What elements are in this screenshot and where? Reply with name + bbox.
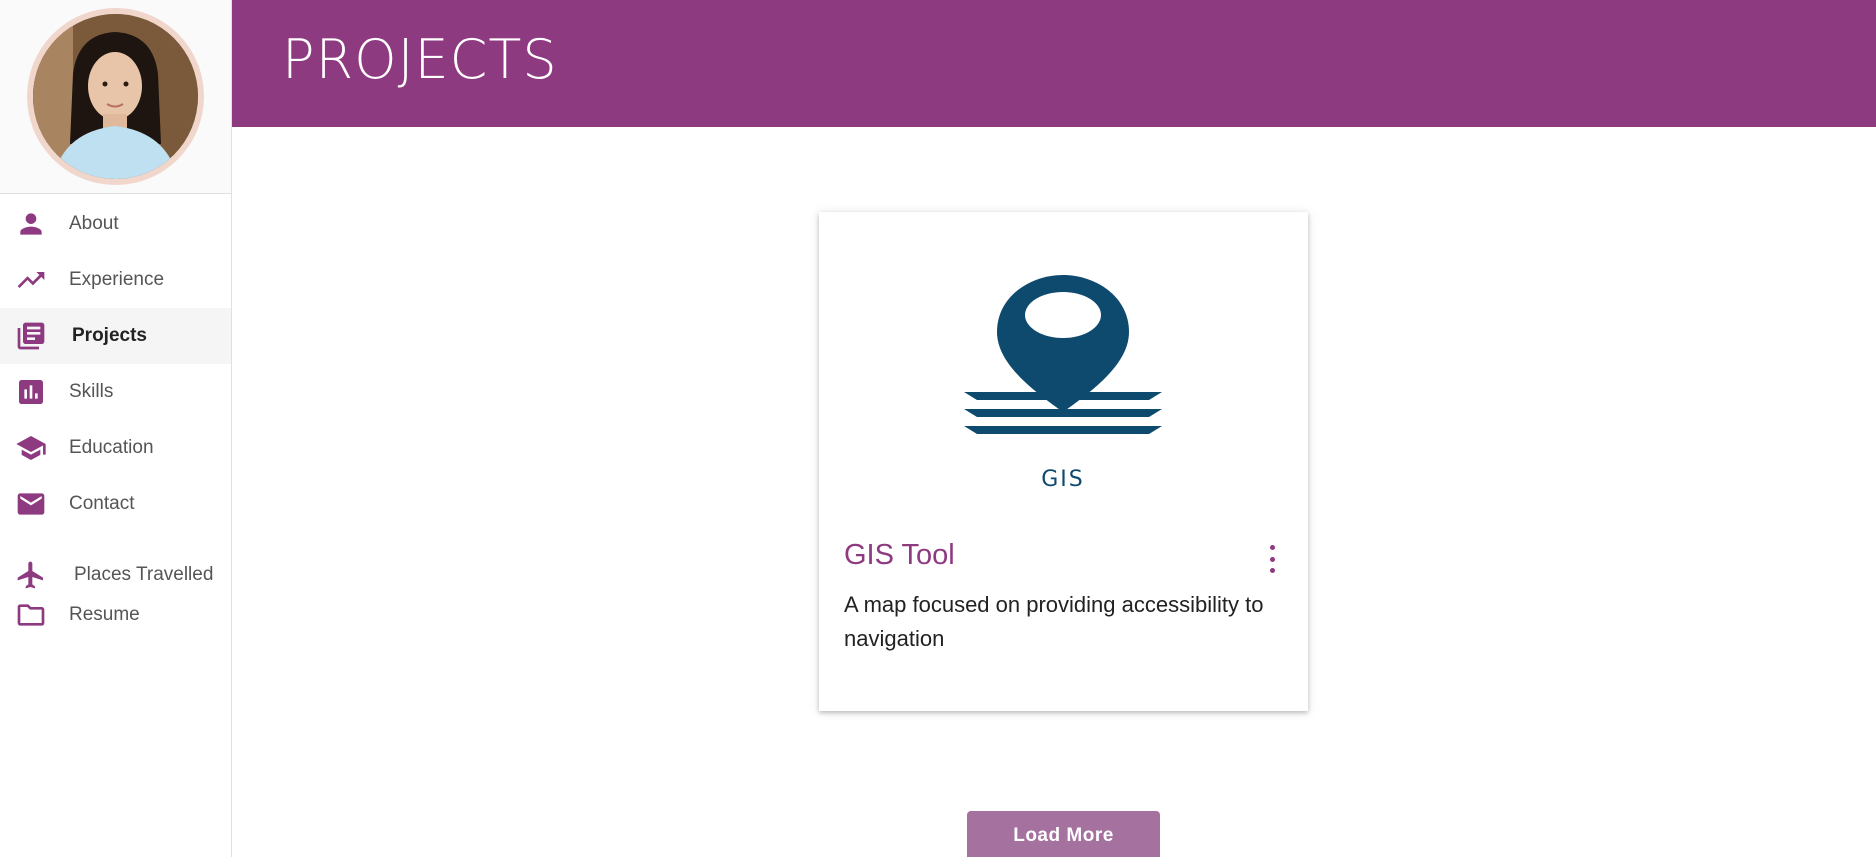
- load-more-button[interactable]: Load More: [967, 811, 1160, 857]
- trending-up-icon: [14, 263, 48, 297]
- library-books-icon: [14, 319, 48, 353]
- sidebar-item-label: Skills: [69, 381, 114, 402]
- sidebar-item-label: Places Travelled: [74, 564, 214, 585]
- sidebar-item-projects[interactable]: Projects: [0, 308, 231, 364]
- sidebar-item-skills[interactable]: Skills: [0, 364, 231, 420]
- sidebar-item-label: About: [69, 213, 119, 234]
- profile-header: [0, 0, 231, 194]
- sidebar-item-label: Resume: [69, 604, 140, 625]
- more-vert-icon[interactable]: [1264, 545, 1280, 573]
- sidebar: About Experience Projects Skills Educati…: [0, 0, 232, 857]
- project-title[interactable]: GIS Tool: [844, 539, 955, 572]
- sidebar-item-contact[interactable]: Contact: [0, 476, 231, 532]
- project-card[interactable]: GIS GIS Tool A map focused on providing …: [819, 212, 1308, 711]
- sidebar-item-label: Experience: [69, 269, 165, 290]
- sidebar-item-experience[interactable]: Experience: [0, 252, 231, 308]
- page-title: PROJECTS: [282, 28, 558, 91]
- avatar[interactable]: [27, 8, 204, 185]
- project-description: A map focused on providing accessibility…: [844, 592, 1264, 651]
- sidebar-item-label: Projects: [72, 325, 147, 346]
- map-pin-layers-icon: GIS: [964, 275, 1162, 492]
- sidebar-item-label: Education: [69, 437, 154, 458]
- airplane-icon: [14, 558, 48, 592]
- sidebar-item-label: Contact: [69, 493, 135, 514]
- person-icon: [14, 207, 48, 241]
- sidebar-item-places-travelled[interactable]: Places Travelled: [0, 532, 231, 604]
- folder-icon: [14, 598, 48, 632]
- project-image: GIS: [819, 212, 1308, 512]
- sidebar-nav: About Experience Projects Skills Educati…: [0, 194, 231, 630]
- sidebar-item-education[interactable]: Education: [0, 420, 231, 476]
- school-icon: [14, 431, 48, 465]
- sidebar-item-resume[interactable]: Resume: [0, 600, 231, 630]
- page-header: PROJECTS: [232, 0, 1876, 127]
- sidebar-item-about[interactable]: About: [0, 196, 231, 252]
- mail-icon: [14, 487, 48, 521]
- image-caption: GIS: [1041, 467, 1085, 492]
- bar-chart-icon: [14, 375, 48, 409]
- profile-photo: [33, 14, 198, 179]
